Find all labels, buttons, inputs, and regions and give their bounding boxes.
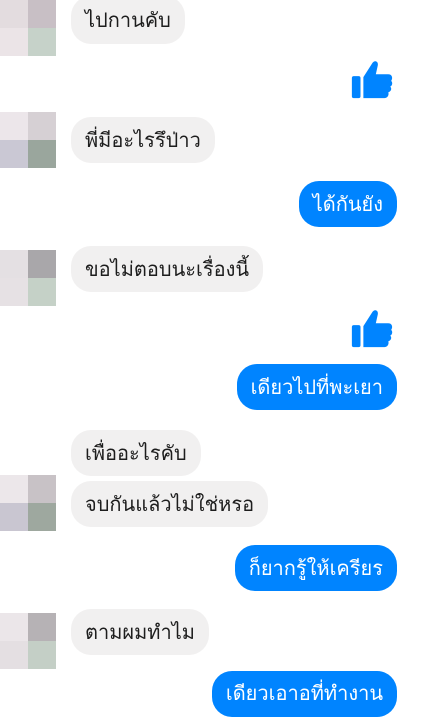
message-bubble-incoming[interactable]: ตามผมทำไม [71, 609, 209, 655]
message-bubble-outgoing[interactable]: ได้กันยัง [298, 181, 397, 227]
message-bubble-incoming[interactable]: ไปกานคับ [71, 0, 185, 44]
message-bubble-incoming[interactable]: ขอไม่ตอบนะเรื่องนี้ [71, 246, 264, 292]
message-bubble-outgoing[interactable]: เดียวไปที่พะเยา [236, 364, 397, 410]
message-bubble-incoming[interactable]: เพื่ออะไรคับ [71, 430, 201, 476]
avatar[interactable] [0, 250, 56, 306]
avatar[interactable] [0, 475, 56, 531]
avatar[interactable] [0, 0, 56, 56]
thumbs-up-icon[interactable] [349, 56, 395, 102]
message-bubble-outgoing[interactable]: ก็ยากรู้ให้เครียร [234, 545, 397, 591]
message-bubble-outgoing[interactable]: เดียวเอาอที่ทำงาน [211, 671, 397, 717]
message-bubble-incoming[interactable]: พี่มีอะไรรึป่าว [71, 117, 215, 163]
avatar[interactable] [0, 112, 56, 168]
thumbs-up-icon[interactable] [349, 305, 395, 351]
message-bubble-incoming[interactable]: จบกันแล้วไม่ใช่หรอ [71, 481, 269, 527]
avatar[interactable] [0, 613, 56, 669]
